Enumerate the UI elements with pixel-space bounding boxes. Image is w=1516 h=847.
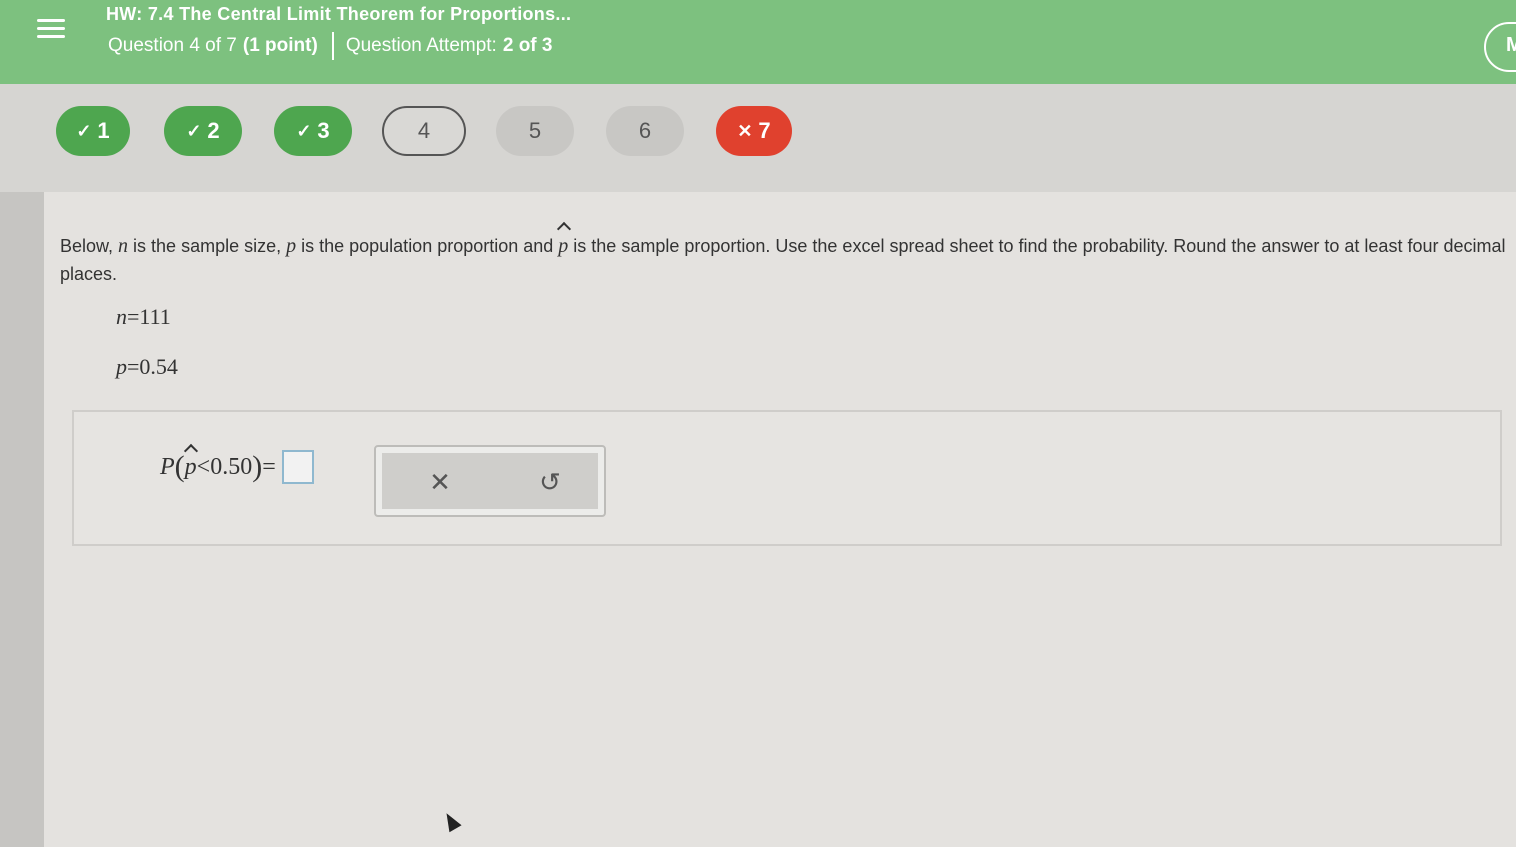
question-number: 7	[758, 118, 771, 143]
check-icon: ✓	[186, 120, 202, 141]
probability-expression: P ( p <0.50 ) =	[160, 450, 314, 484]
answer-actions-inner: ✕ ↺	[382, 453, 598, 509]
question-nav-1[interactable]: ✓ 1	[56, 106, 130, 156]
assignment-title: HW: 7.4 The Central Limit Theorem for Pr…	[106, 4, 572, 24]
var-p-hat: p	[184, 453, 197, 480]
given-n: n=111	[116, 304, 171, 330]
attempt-value: 2 of 3	[502, 35, 553, 56]
prompt-text: Below,	[60, 236, 119, 256]
assignment-header: HW: 7.4 The Central Limit Theorem for Pr…	[0, 0, 1516, 84]
question-nav-4[interactable]: 4	[382, 106, 466, 156]
header-divider	[331, 32, 334, 60]
answer-actions: ✕ ↺	[374, 445, 606, 517]
given-variable: n	[116, 304, 127, 329]
prompt-text: is the population proportion and	[296, 236, 559, 256]
prompt-text: is the sample size,	[128, 236, 287, 256]
given-p: p=0.54	[116, 354, 178, 380]
given-value: =111	[127, 304, 171, 329]
open-paren: (	[174, 450, 185, 483]
question-position: Question 4 of 7	[108, 35, 237, 56]
given-variable: p	[116, 354, 127, 379]
answer-input[interactable]	[281, 450, 314, 484]
hamburger-menu-icon[interactable]	[34, 14, 68, 44]
check-icon: ✓	[296, 120, 312, 141]
check-icon: ✓	[76, 120, 92, 141]
question-points: (1 point)	[242, 35, 318, 56]
left-gutter	[0, 192, 44, 847]
given-value: =0.54	[127, 354, 178, 379]
clear-icon[interactable]: ✕	[422, 465, 458, 499]
question-number: 5	[528, 118, 542, 143]
attempt-label: Question Attempt:	[345, 35, 497, 56]
var-n: n	[118, 235, 129, 257]
relation-text: <0.50	[196, 453, 253, 480]
question-prompt: Below, n is the sample size, p is the po…	[60, 232, 1510, 288]
question-nav-6[interactable]: 6	[606, 106, 684, 156]
undo-icon[interactable]: ↺	[532, 465, 568, 499]
question-number: 4	[417, 118, 431, 143]
question-number: 6	[638, 118, 652, 143]
question-number: 1	[97, 118, 110, 143]
question-number: 3	[317, 118, 330, 143]
close-paren: )	[252, 450, 263, 483]
question-navigation: ✓ 1 ✓ 2 ✓ 3 4 5 6 ✕ 7	[0, 84, 1516, 192]
question-number: 2	[207, 118, 220, 143]
question-info: Question 4 of 7 (1 point) Question Attem…	[108, 32, 552, 60]
question-nav-5[interactable]: 5	[496, 106, 574, 156]
var-p: p	[286, 235, 297, 257]
x-mark-icon: ✕	[737, 120, 753, 141]
user-avatar[interactable]: M	[1484, 22, 1516, 72]
prob-symbol: P	[160, 453, 175, 480]
question-nav-3[interactable]: ✓ 3	[274, 106, 352, 156]
equals-sign: =	[262, 453, 276, 480]
question-nav-2[interactable]: ✓ 2	[164, 106, 242, 156]
question-nav-7[interactable]: ✕ 7	[716, 106, 792, 156]
var-p-hat: p	[558, 232, 568, 260]
